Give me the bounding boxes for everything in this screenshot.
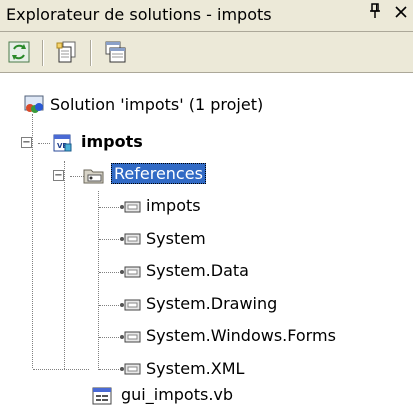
tree-connector bbox=[99, 272, 121, 273]
tree-connector bbox=[64, 161, 65, 369]
tree-connector bbox=[99, 369, 121, 370]
properties-icon bbox=[105, 41, 126, 63]
project-label: impots bbox=[81, 132, 143, 151]
file-label: gui_impots.vb bbox=[121, 385, 234, 404]
title-bar: Explorateur de solutions - impots bbox=[0, 0, 413, 32]
solution-label: Solution 'impots' (1 projet) bbox=[50, 95, 264, 114]
reference-label: System.Windows.Forms bbox=[146, 326, 336, 345]
tree-connector bbox=[99, 207, 121, 208]
tree-connector bbox=[32, 114, 33, 368]
tree-connector bbox=[33, 369, 89, 370]
tree-connector bbox=[38, 143, 50, 144]
reference-icon bbox=[120, 363, 141, 375]
reference-icon bbox=[120, 233, 141, 245]
solution-icon bbox=[24, 95, 44, 113]
toolbar bbox=[0, 32, 413, 73]
pin-icon[interactable] bbox=[368, 3, 382, 24]
reference-icon bbox=[120, 331, 141, 343]
tree-connector bbox=[99, 239, 121, 240]
collapse-icon[interactable]: − bbox=[53, 170, 64, 181]
toolbar-separator bbox=[90, 40, 92, 66]
refresh-button[interactable] bbox=[6, 39, 32, 65]
tree-connector bbox=[98, 191, 99, 370]
show-all-files-button[interactable] bbox=[54, 39, 80, 65]
toolbar-separator bbox=[42, 40, 44, 66]
solution-tree[interactable]: Solution 'impots' (1 projet) − VB impots… bbox=[0, 73, 413, 416]
reference-label: System.XML bbox=[146, 359, 245, 378]
window-title: Explorateur de solutions - impots bbox=[6, 5, 272, 24]
close-icon[interactable] bbox=[394, 3, 408, 24]
vb-project-icon: VB bbox=[53, 134, 72, 152]
reference-label: System.Data bbox=[146, 261, 249, 280]
vb-form-file-icon bbox=[92, 387, 112, 405]
reference-icon bbox=[120, 299, 141, 311]
reference-label: System bbox=[146, 229, 206, 248]
tree-connector bbox=[70, 176, 84, 177]
reference-icon bbox=[120, 266, 141, 278]
reference-icon bbox=[120, 201, 141, 213]
tree-connector bbox=[99, 337, 121, 338]
collapse-icon[interactable]: − bbox=[21, 137, 32, 148]
tree-connector bbox=[99, 305, 121, 306]
properties-button[interactable] bbox=[102, 39, 128, 65]
reference-label: impots bbox=[146, 196, 201, 215]
reference-label: System.Drawing bbox=[146, 294, 278, 313]
references-folder-icon bbox=[83, 169, 104, 184]
references-label: References bbox=[111, 163, 206, 184]
refresh-icon bbox=[8, 41, 30, 63]
show-all-files-icon bbox=[56, 41, 76, 63]
